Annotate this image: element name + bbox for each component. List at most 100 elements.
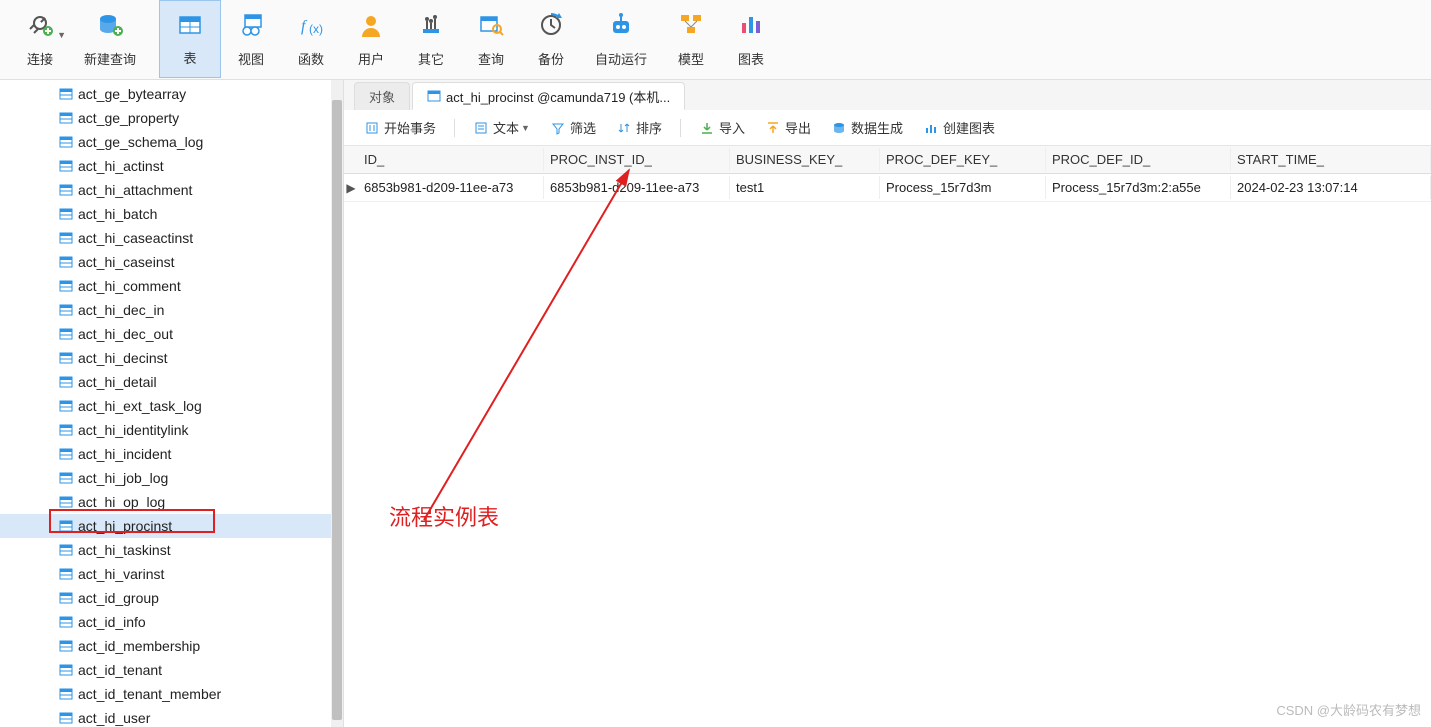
- create-chart-button[interactable]: 创建图表: [915, 115, 1003, 140]
- table-icon: [58, 470, 74, 486]
- column-header[interactable]: BUSINESS_KEY_: [730, 148, 880, 171]
- tree-item-act_hi_batch[interactable]: act_hi_batch: [0, 202, 343, 226]
- toolbar-new-query[interactable]: 新建查询: [70, 0, 150, 78]
- toolbar-chart[interactable]: 图表: [721, 0, 781, 78]
- tree-label: act_id_membership: [78, 638, 200, 654]
- tree-label: act_hi_batch: [78, 206, 157, 222]
- tree-item-act_hi_actinst[interactable]: act_hi_actinst: [0, 154, 343, 178]
- toolbar-query[interactable]: 查询: [461, 0, 521, 78]
- tree-label: act_hi_ext_task_log: [78, 398, 202, 414]
- import-icon: [699, 120, 715, 136]
- tree-item-act_hi_varinst[interactable]: act_hi_varinst: [0, 562, 343, 586]
- tree-item-act_hi_ext_task_log[interactable]: act_hi_ext_task_log: [0, 394, 343, 418]
- column-header[interactable]: ID_: [358, 148, 544, 171]
- text-button[interactable]: 文本 ▼: [465, 115, 538, 140]
- table-icon: [58, 590, 74, 606]
- tree-label: act_hi_job_log: [78, 470, 168, 486]
- column-header[interactable]: PROC_DEF_KEY_: [880, 148, 1046, 171]
- table-icon: [58, 158, 74, 174]
- toolbar-model[interactable]: 模型: [661, 0, 721, 78]
- toolbar-label: 查询: [478, 49, 504, 68]
- toolbar-connect[interactable]: ▼ 连接: [10, 0, 70, 78]
- tree-item-act_ge_property[interactable]: act_ge_property: [0, 106, 343, 130]
- cell[interactable]: Process_15r7d3m:2:a55e: [1046, 176, 1231, 199]
- cell[interactable]: test1: [730, 176, 880, 199]
- tree-label: act_hi_attachment: [78, 182, 192, 198]
- tree-item-act_hi_taskinst[interactable]: act_hi_taskinst: [0, 538, 343, 562]
- cell[interactable]: 6853b981-d209-11ee-a73: [544, 176, 730, 199]
- filter-button[interactable]: 筛选: [542, 115, 604, 140]
- toolbar-view[interactable]: 视图: [221, 0, 281, 78]
- toolbar-function[interactable]: f(x) 函数: [281, 0, 341, 78]
- tree-item-act_hi_caseactinst[interactable]: act_hi_caseactinst: [0, 226, 343, 250]
- toolbar-label: 模型: [678, 49, 704, 68]
- table-icon: [58, 662, 74, 678]
- tree-label: act_hi_dec_out: [78, 326, 173, 342]
- tree-item-act_id_user[interactable]: act_id_user: [0, 706, 343, 727]
- cell[interactable]: 6853b981-d209-11ee-a73: [358, 176, 544, 199]
- tree-item-act_hi_incident[interactable]: act_hi_incident: [0, 442, 343, 466]
- scrollbar-thumb[interactable]: [332, 100, 342, 720]
- tree-label: act_id_tenant: [78, 662, 162, 678]
- export-button[interactable]: 导出: [757, 115, 819, 140]
- tree-item-act_hi_dec_in[interactable]: act_hi_dec_in: [0, 298, 343, 322]
- tree-item-act_hi_caseinst[interactable]: act_hi_caseinst: [0, 250, 343, 274]
- table-row[interactable]: ▶6853b981-d209-11ee-a736853b981-d209-11e…: [344, 174, 1431, 202]
- scrollbar[interactable]: [331, 80, 343, 727]
- column-header[interactable]: PROC_DEF_ID_: [1046, 148, 1231, 171]
- toolbar-backup[interactable]: 备份: [521, 0, 581, 78]
- tab-table-data[interactable]: act_hi_procinst @camunda719 (本机...: [412, 82, 685, 110]
- tree-label: act_hi_decinst: [78, 350, 168, 366]
- grid-header: ID_PROC_INST_ID_BUSINESS_KEY_PROC_DEF_KE…: [344, 146, 1431, 174]
- tree-item-act_id_group[interactable]: act_id_group: [0, 586, 343, 610]
- sidebar: act_ge_bytearray act_ge_property act_ge_sc…: [0, 80, 344, 727]
- tree-item-act_id_tenant[interactable]: act_id_tenant: [0, 658, 343, 682]
- begin-transaction-button[interactable]: 开始事务: [356, 115, 444, 140]
- tabs-bar: 对象 act_hi_procinst @camunda719 (本机...: [344, 80, 1431, 110]
- tree-item-act_ge_schema_log[interactable]: act_ge_schema_log: [0, 130, 343, 154]
- view-icon: [235, 9, 267, 41]
- table-icon: [58, 350, 74, 366]
- other-icon: [415, 9, 447, 41]
- tree-item-act_hi_job_log[interactable]: act_hi_job_log: [0, 466, 343, 490]
- toolbar-table[interactable]: 表: [159, 0, 221, 78]
- tree-item-act_hi_decinst[interactable]: act_hi_decinst: [0, 346, 343, 370]
- content-toolbar: 开始事务 文本 ▼ 筛选 排序 导入 导出: [344, 110, 1431, 146]
- tab-label: 对象: [369, 87, 395, 106]
- tree-item-act_hi_detail[interactable]: act_hi_detail: [0, 370, 343, 394]
- cell[interactable]: 2024-02-23 13:07:14: [1231, 176, 1431, 199]
- tree-item-act_id_membership[interactable]: act_id_membership: [0, 634, 343, 658]
- sort-button[interactable]: 排序: [608, 115, 670, 140]
- tree-item-act_id_info[interactable]: act_id_info: [0, 610, 343, 634]
- toolbar-label: 表: [184, 48, 197, 67]
- import-button[interactable]: 导入: [691, 115, 753, 140]
- cell[interactable]: Process_15r7d3m: [880, 176, 1046, 199]
- tree-item-act_hi_op_log[interactable]: act_hi_op_log: [0, 490, 343, 514]
- table-icon: [58, 710, 74, 726]
- tree-item-act_hi_identitylink[interactable]: act_hi_identitylink: [0, 418, 343, 442]
- tree-item-act_hi_attachment[interactable]: act_hi_attachment: [0, 178, 343, 202]
- tab-objects[interactable]: 对象: [354, 82, 410, 110]
- tree-item-act_hi_procinst[interactable]: act_hi_procinst: [0, 514, 343, 538]
- model-icon: [675, 9, 707, 41]
- data-grid[interactable]: ID_PROC_INST_ID_BUSINESS_KEY_PROC_DEF_KE…: [344, 146, 1431, 727]
- column-header[interactable]: START_TIME_: [1231, 148, 1431, 171]
- tree-item-act_ge_bytearray[interactable]: act_ge_bytearray: [0, 82, 343, 106]
- toolbar-label: 函数: [298, 49, 324, 68]
- table-icon: [58, 86, 74, 102]
- tree-item-act_hi_comment[interactable]: act_hi_comment: [0, 274, 343, 298]
- data-gen-button[interactable]: 数据生成: [823, 115, 911, 140]
- toolbar-user[interactable]: 用户: [341, 0, 401, 78]
- toolbar-auto-run[interactable]: 自动运行: [581, 0, 661, 78]
- tree-label: act_id_info: [78, 614, 146, 630]
- tree-item-act_hi_dec_out[interactable]: act_hi_dec_out: [0, 322, 343, 346]
- filter-icon: [550, 120, 566, 136]
- toolbar-label: 图表: [738, 49, 764, 68]
- table-icon: [58, 542, 74, 558]
- column-header[interactable]: PROC_INST_ID_: [544, 148, 730, 171]
- toolbar-other[interactable]: 其它: [401, 0, 461, 78]
- db-new-icon: [94, 9, 126, 41]
- text-icon: [473, 120, 489, 136]
- tree-item-act_id_tenant_member[interactable]: act_id_tenant_member: [0, 682, 343, 706]
- tree-label: act_ge_property: [78, 110, 179, 126]
